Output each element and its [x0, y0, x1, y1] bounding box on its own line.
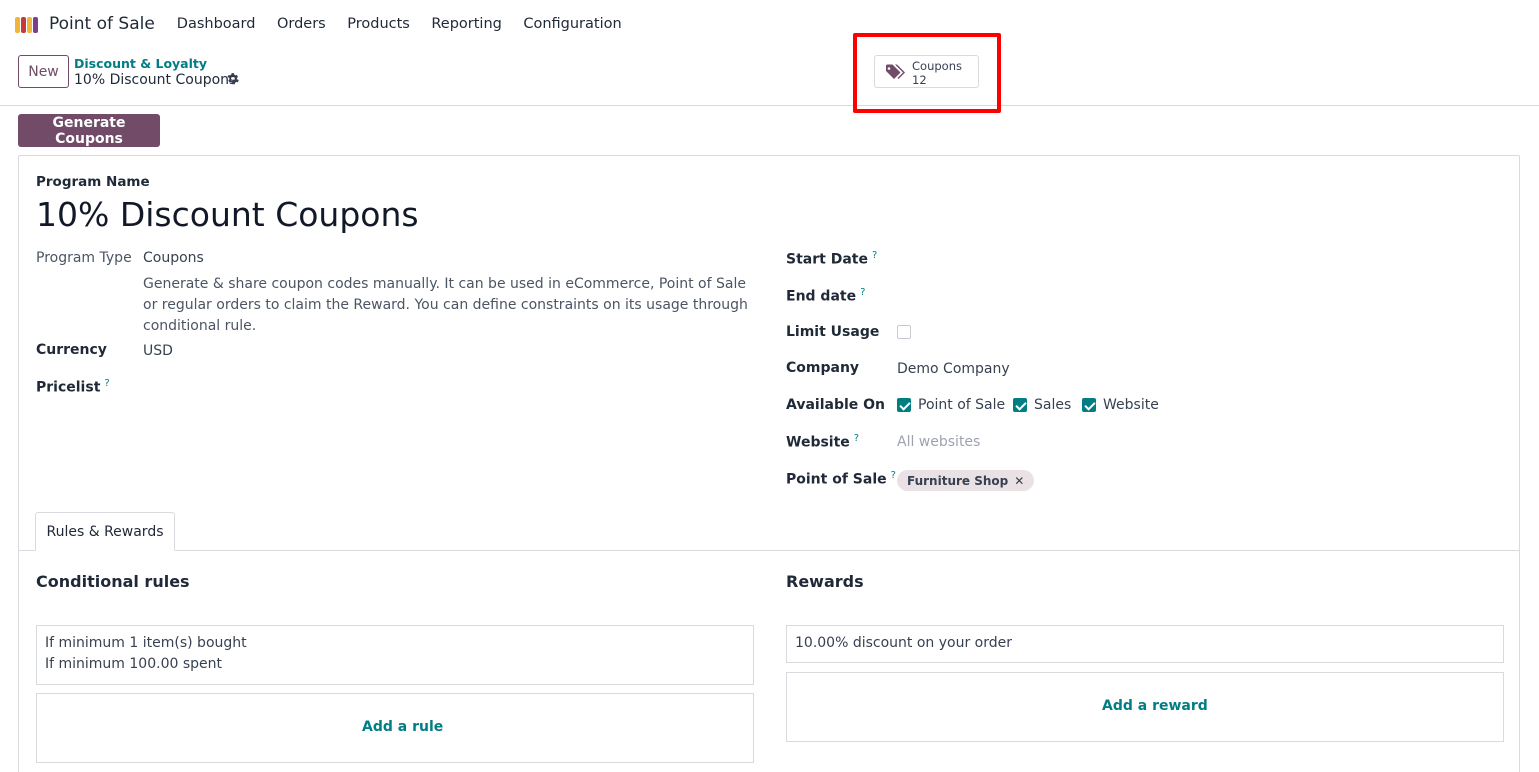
available-sales-checkbox[interactable]	[1013, 398, 1027, 412]
help-tooltip-icon[interactable]: ?	[872, 250, 877, 261]
reward-card[interactable]: 10.00% discount on your order	[786, 625, 1504, 663]
nav-configuration[interactable]: Configuration	[523, 16, 621, 32]
currency-label: Currency	[36, 342, 107, 358]
breadcrumb-current: 10% Discount Coupons	[74, 72, 237, 88]
program-name-label: Program Name	[36, 174, 150, 190]
available-on-label: Available On	[786, 397, 886, 413]
tags-icon	[886, 64, 905, 79]
rule-line: If minimum 1 item(s) bought	[45, 635, 247, 651]
help-tooltip-icon[interactable]: ?	[104, 378, 109, 389]
website-label: Website?	[786, 433, 860, 451]
start-date-label: Start Date?	[786, 250, 878, 268]
rewards-title: Rewards	[786, 572, 864, 591]
pos-tag[interactable]: Furniture Shop ✕	[897, 470, 1035, 491]
add-reward-area[interactable]: Add a reward	[786, 672, 1504, 742]
program-type-field[interactable]: Coupons	[143, 250, 204, 266]
pos-app-icon[interactable]	[15, 15, 39, 33]
nav-dashboard[interactable]: Dashboard	[177, 16, 256, 32]
add-rule-area[interactable]: Add a rule	[36, 693, 754, 763]
company-field[interactable]: Demo Company	[897, 361, 1010, 377]
smart-button-label: Coupons	[912, 59, 962, 73]
control-panel: New Discount & Loyalty 10% Discount Coup…	[0, 47, 1539, 106]
form-sheet: Program Name 10% Discount Coupons Progra…	[18, 155, 1520, 772]
nav-orders[interactable]: Orders	[277, 16, 326, 32]
pos-tag-label: Furniture Shop	[907, 473, 1009, 488]
help-tooltip-icon[interactable]: ?	[891, 470, 896, 481]
point-of-sale-label: Point of Sale?	[786, 470, 896, 488]
pricelist-label: Pricelist?	[36, 378, 110, 396]
gear-icon[interactable]	[226, 72, 239, 85]
help-tooltip-icon[interactable]: ?	[854, 433, 859, 444]
available-website-checkbox[interactable]	[1082, 398, 1096, 412]
available-sales-label: Sales	[1034, 397, 1072, 413]
app-name[interactable]: Point of Sale	[49, 14, 155, 34]
top-navbar: Point of Sale Dashboard Orders Products …	[0, 0, 1539, 47]
limit-usage-checkbox[interactable]	[897, 325, 911, 339]
reward-line: 10.00% discount on your order	[795, 635, 1012, 651]
new-button[interactable]: New	[18, 55, 69, 88]
nav-products[interactable]: Products	[347, 16, 410, 32]
currency-field[interactable]: USD	[143, 343, 173, 359]
help-tooltip-icon[interactable]: ?	[860, 287, 865, 298]
rule-line: If minimum 100.00 spent	[45, 656, 222, 672]
smart-button-count: 12	[912, 73, 927, 87]
website-field[interactable]: All websites	[897, 434, 980, 450]
available-pos-checkbox[interactable]	[897, 398, 911, 412]
available-website-label: Website	[1103, 397, 1159, 413]
add-reward-link[interactable]: Add a reward	[1102, 698, 1208, 714]
add-rule-link[interactable]: Add a rule	[362, 719, 443, 735]
tab-divider	[19, 550, 1519, 551]
program-type-description: Generate & share coupon codes manually. …	[143, 276, 748, 334]
nav-reporting[interactable]: Reporting	[431, 16, 502, 32]
available-pos-label: Point of Sale	[918, 397, 1006, 413]
company-label: Company	[786, 360, 860, 376]
tab-rules-rewards[interactable]: Rules & Rewards	[35, 512, 175, 551]
coupons-smart-button[interactable]: Coupons 12	[874, 55, 979, 88]
limit-usage-label: Limit Usage	[786, 324, 880, 340]
program-name-field[interactable]: 10% Discount Coupons	[36, 195, 419, 234]
program-type-label: Program Type	[36, 250, 132, 266]
generate-coupons-button[interactable]: Generate Coupons	[18, 114, 160, 147]
remove-tag-icon[interactable]: ✕	[1014, 474, 1024, 488]
breadcrumb-parent[interactable]: Discount & Loyalty	[74, 56, 207, 71]
conditional-rules-title: Conditional rules	[36, 572, 190, 591]
rule-card[interactable]: If minimum 1 item(s) bought If minimum 1…	[36, 625, 754, 685]
end-date-label: End date?	[786, 287, 866, 305]
